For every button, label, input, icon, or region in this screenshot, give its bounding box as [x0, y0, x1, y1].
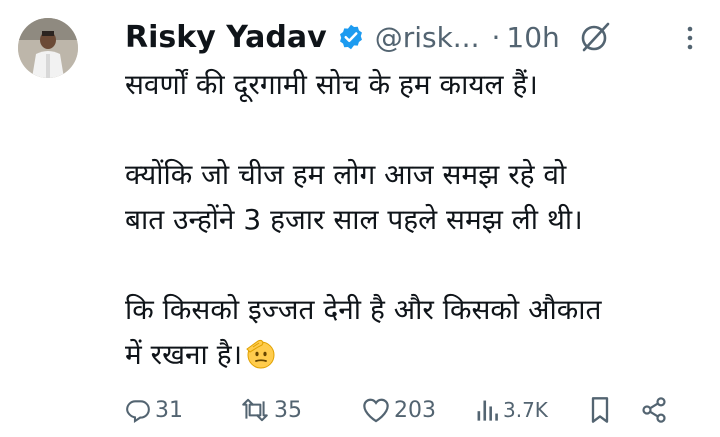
- retweet-button[interactable]: 35: [240, 397, 362, 423]
- tweet-line: कि किसको इज्जत देनी है और किसको औकात: [125, 293, 602, 326]
- views-button[interactable]: 3.7K: [475, 397, 588, 423]
- tweet-timestamp[interactable]: 10h: [506, 21, 559, 54]
- retweet-icon: [240, 397, 270, 423]
- grok-icon[interactable]: [578, 20, 612, 54]
- like-button[interactable]: 203: [362, 397, 475, 423]
- like-icon: [362, 397, 390, 423]
- author-handle[interactable]: @risk...: [375, 21, 480, 54]
- more-options-icon[interactable]: [678, 18, 702, 58]
- tweet-text: सवर्णों की दूरगामी सोच के हम कायल हैं। क…: [125, 62, 710, 377]
- views-icon: [475, 397, 499, 423]
- tweet-actions: 31 35 203 3.7K: [125, 390, 715, 430]
- author-name[interactable]: Risky Yadav: [125, 20, 327, 55]
- verified-badge-icon: [337, 23, 365, 51]
- tweet-line: क्योंकि जो चीज हम लोग आज समझ रहे वो: [125, 158, 567, 191]
- tweet-header: Risky Yadav @risk... · 10h: [125, 14, 710, 60]
- retweet-count: 35: [274, 397, 302, 423]
- like-count: 203: [394, 397, 436, 423]
- reply-count: 31: [155, 397, 183, 423]
- bookmark-button[interactable]: [588, 396, 640, 424]
- tweet-line: सवर्णों की दूरगामी सोच के हम कायल हैं।: [125, 68, 538, 101]
- separator-dot: ·: [491, 20, 501, 54]
- share-icon: [640, 396, 668, 424]
- views-count: 3.7K: [503, 398, 548, 422]
- tweet-line-last: में रखना है।: [125, 332, 710, 377]
- tweet-line-text: में रखना है।: [125, 338, 243, 371]
- reply-button[interactable]: 31: [125, 397, 240, 423]
- tweet-line: बात उन्होंने 3 हजार साल पहले समझ ली थी।: [125, 203, 583, 236]
- reply-icon: [125, 397, 151, 423]
- avatar[interactable]: [18, 18, 78, 78]
- bookmark-icon: [588, 396, 612, 424]
- share-button[interactable]: [640, 396, 668, 424]
- saluting-face-emoji-icon: [244, 338, 276, 370]
